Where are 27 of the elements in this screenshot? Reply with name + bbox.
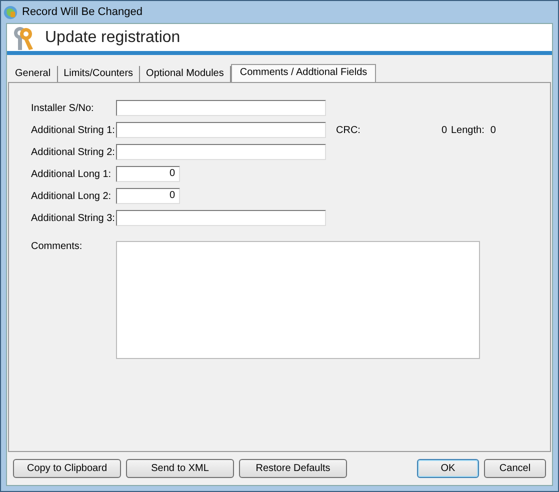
crc-value: 0: [440, 124, 447, 136]
field-label: Additional String 3:: [31, 212, 116, 224]
field-label: Additional Long 1:: [31, 168, 112, 180]
comments-label: Comments:: [31, 241, 84, 254]
field-label: Additional String 2:: [31, 146, 116, 158]
field-label: Additional Long 2:: [31, 190, 112, 202]
text-field[interactable]: [116, 144, 326, 160]
dialog-button[interactable]: OK: [417, 459, 479, 478]
number-field[interactable]: 0: [116, 188, 180, 204]
dialog-button[interactable]: Restore Defaults: [239, 459, 347, 478]
length-value: 0: [490, 124, 496, 136]
app-icon: [3, 4, 18, 20]
comments-field[interactable]: [116, 241, 480, 359]
dialog-button[interactable]: Cancel: [484, 459, 546, 478]
field-label: Installer S/No:: [31, 102, 95, 114]
text-field[interactable]: [116, 122, 326, 138]
dialog-button[interactable]: Send to XML: [126, 459, 234, 478]
dialog-button[interactable]: Copy to Clipboard: [13, 459, 121, 478]
number-field[interactable]: 0: [116, 166, 180, 182]
header-title: Update registration: [45, 28, 180, 46]
text-field[interactable]: [116, 210, 326, 226]
field-label: Additional String 1:: [31, 124, 116, 136]
crc-label: CRC:: [336, 124, 362, 136]
window-title: Record Will Be Changed: [22, 6, 142, 18]
tab[interactable]: Comments / Addtional Fields: [230, 64, 376, 82]
text-field[interactable]: [116, 100, 326, 116]
length-label: Length:: [451, 124, 484, 136]
